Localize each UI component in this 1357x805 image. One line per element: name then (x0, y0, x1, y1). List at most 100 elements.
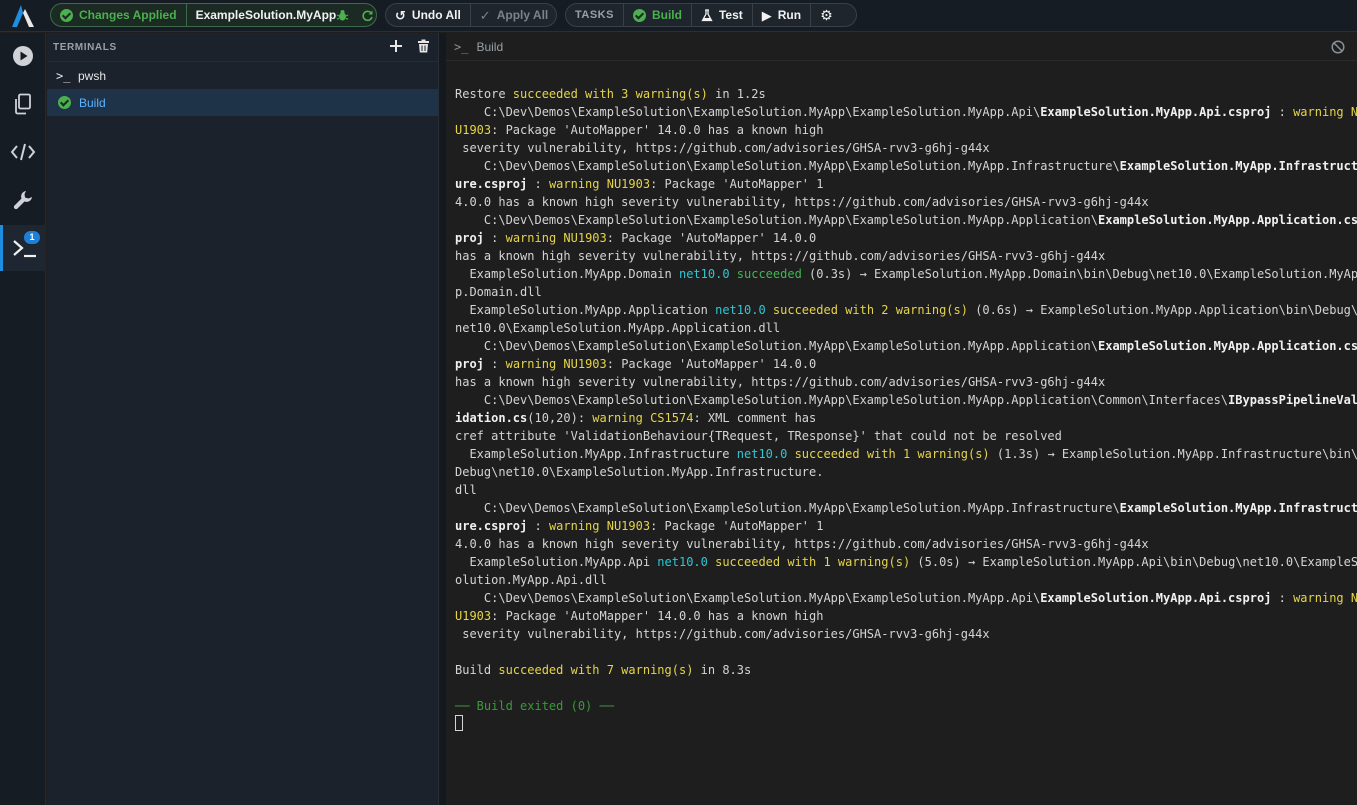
clear-terminal-icon[interactable] (1331, 40, 1345, 54)
terminal-text: in 8.3s (693, 663, 752, 677)
terminal-text: U1903 (455, 609, 492, 623)
play-icon (13, 46, 33, 66)
terminal-text: ── Build exited (0) ── (455, 699, 614, 713)
terminal-text: net10.0 (657, 555, 708, 569)
terminal-text: proj (455, 231, 484, 245)
terminal-text: cref attribute 'ValidationBehaviour{TReq… (455, 429, 1062, 443)
settings-button[interactable]: ⚙ (811, 4, 842, 26)
trash-icon[interactable] (417, 39, 430, 53)
undo-icon: ↺ (395, 7, 406, 23)
terminal-line: idation.cs(10,20): warning CS1574: XML c… (455, 409, 1350, 427)
terminal-line: has a known high severity vulnerability,… (455, 373, 1350, 391)
sidebar-item-label: pwsh (78, 68, 107, 83)
terminal-line: U1903: Package 'AutoMapper' 14.0.0 has a… (455, 607, 1350, 625)
add-terminal-icon[interactable] (389, 39, 403, 53)
terminal-text: : (483, 357, 506, 371)
terminal-text: succeeded with 1 warning(s) (794, 447, 990, 461)
terminal-text: dll (455, 483, 477, 497)
terminal-icon: >_ (454, 39, 469, 54)
apply-all-label: Apply All (496, 8, 549, 22)
terminal-text: ExampleSolution.MyApp.Application (455, 303, 716, 317)
terminal-text: : Package 'AutoMapper' 14.0.0 has a know… (491, 609, 824, 623)
panel-splitter[interactable] (438, 33, 446, 805)
terminal-line: ExampleSolution.MyApp.Domain net10.0 suc… (455, 265, 1357, 283)
terminal-line: net10.0\ExampleSolution.MyApp.Applicatio… (455, 319, 1350, 337)
run-label: Run (777, 8, 802, 22)
terminal-text: ExampleSolution.MyApp.Infrastruct (1119, 501, 1357, 515)
bug-icon[interactable] (336, 9, 349, 22)
terminal-text: olution.MyApp.Api.dll (455, 573, 607, 587)
terminal-line: Debug\net10.0\ExampleSolution.MyApp.Infr… (455, 463, 1350, 481)
terminal-line: ure.csproj : warning NU1903: Package 'Au… (455, 175, 1350, 193)
terminal-text: ExampleSolution.MyApp.Api (455, 555, 658, 569)
terminal-text: : (1271, 105, 1294, 119)
terminal-text: severity vulnerability, https://github.c… (455, 141, 990, 155)
code-icon (10, 143, 36, 161)
sidebar-item-build[interactable]: Build (47, 89, 438, 116)
apply-all-button[interactable]: ✓ Apply All (471, 4, 557, 26)
terminal-text: (1.3s) → ExampleSolution.MyApp.Infrastru… (989, 447, 1357, 461)
sidebar-item-pwsh[interactable]: >_ pwsh (47, 62, 438, 89)
terminal-text: (0.6s) → ExampleSolution.MyApp.Applicati… (967, 303, 1357, 317)
terminal-text: warning NU1903 (548, 519, 651, 533)
terminal-text: has a known high severity vulnerability,… (455, 375, 1106, 389)
terminal-text: warning NU1903 (505, 357, 607, 371)
sidebar-actions (389, 39, 430, 53)
activity-explorer[interactable] (0, 81, 46, 127)
terminal-text: p.Domain.dll (455, 285, 542, 299)
terminal-line: 4.0.0 has a known high severity vulnerab… (455, 193, 1350, 211)
wrench-icon (13, 191, 32, 210)
terminal-text: net10.0\ExampleSolution.MyApp.Applicatio… (455, 321, 781, 335)
build-button[interactable]: Build (624, 4, 692, 26)
top-toolbar: Changes Applied ExampleSolution.MyApp ↺ … (0, 0, 1357, 32)
terminal-text: : Package 'AutoMapper' 14.0.0 (606, 357, 817, 371)
terminal-text: C:\Dev\Demos\ExampleSolution\ExampleSolu… (455, 339, 1098, 353)
terminal-text: : Package 'AutoMapper' 14.0.0 has a know… (491, 123, 824, 137)
tasks-pill: TASKS Build Test ▶ Run ⚙ (565, 3, 857, 27)
terminal-line: 4.0.0 has a known high severity vulnerab… (455, 535, 1350, 553)
tasks-label: TASKS (566, 4, 624, 26)
terminal-line: proj : warning NU1903: Package 'AutoMapp… (455, 229, 1350, 247)
test-label: Test (718, 8, 743, 22)
terminal-text: Debug\net10.0\ExampleSolution.MyApp.Infr… (455, 465, 824, 479)
terminal-line: cref attribute 'ValidationBehaviour{TReq… (455, 427, 1350, 445)
terminal-text: severity vulnerability, https://github.c… (455, 627, 990, 641)
sidebar-header: TERMINALS (47, 33, 438, 62)
terminal-line: C:\Dev\Demos\ExampleSolution\ExampleSolu… (455, 391, 1357, 409)
check-circle-icon (58, 96, 71, 109)
terminal-text: 4.0.0 has a known high severity vulnerab… (455, 537, 1149, 551)
changes-status-pill: Changes Applied ExampleSolution.MyApp (50, 3, 377, 27)
build-label: Build (651, 8, 682, 22)
project-selector[interactable]: ExampleSolution.MyApp (187, 4, 384, 26)
terminal-line: C:\Dev\Demos\ExampleSolution\ExampleSolu… (455, 499, 1357, 517)
undo-all-label: Undo All (411, 8, 461, 22)
terminal-text: IBypassPipelineVal (1228, 393, 1357, 407)
run-button[interactable]: ▶ Run (753, 4, 812, 26)
terminals-sidebar: TERMINALS >_ pwsh Build (47, 33, 438, 805)
activity-bar: 1 (0, 33, 46, 805)
terminal-text: succeeded with 2 warning(s) (772, 303, 968, 317)
terminal-text: : Package 'AutoMapper' 14.0.0 (606, 231, 817, 245)
terminal-text: succeeded with 3 warning(s) (512, 87, 708, 101)
undo-all-button[interactable]: ↺ Undo All (386, 4, 471, 26)
activity-terminals[interactable] (0, 225, 46, 271)
activity-run[interactable] (0, 33, 46, 79)
terminal-text: Build (455, 663, 499, 677)
terminal-text: C:\Dev\Demos\ExampleSolution\ExampleSolu… (455, 213, 1098, 227)
refresh-icon[interactable] (361, 9, 374, 22)
terminal-output[interactable]: Restore succeeded with 3 warning(s) in 1… (455, 67, 1357, 733)
terminal-text: ure.csproj (455, 177, 528, 191)
copy-icon (15, 93, 31, 115)
activity-tools[interactable] (0, 177, 46, 223)
sidebar-item-label: Build (79, 95, 106, 110)
terminal-text: U1903 (455, 123, 492, 137)
test-button[interactable]: Test (692, 4, 753, 26)
check-circle-icon (632, 8, 646, 22)
terminal-line: Build succeeded with 7 warning(s) in 8.3… (455, 661, 1350, 679)
terminal-text: : (1271, 591, 1294, 605)
activity-code[interactable] (0, 129, 46, 175)
